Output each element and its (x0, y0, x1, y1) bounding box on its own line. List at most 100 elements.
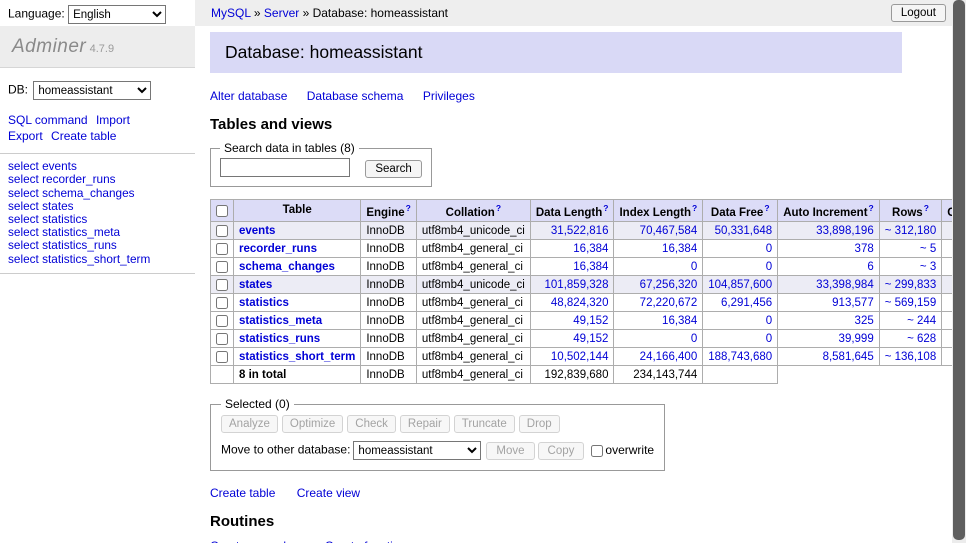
sidebar-item-select-statistics-runs[interactable]: select statistics_runs (8, 239, 187, 252)
doc-help-link[interactable]: ? (603, 203, 608, 213)
index-length-link[interactable]: 70,467,584 (640, 225, 698, 237)
db-select[interactable]: homeassistant (33, 81, 151, 100)
doc-help-link[interactable]: ? (496, 203, 501, 213)
logout-button[interactable]: Logout (891, 4, 946, 22)
sidebar-item-select-recorder-runs[interactable]: select recorder_runs (8, 173, 187, 186)
search-input[interactable] (220, 158, 350, 177)
data-length-link[interactable]: 31,522,816 (551, 225, 609, 237)
data-free-link[interactable]: 0 (766, 333, 772, 345)
auto-increment-link[interactable]: 8,581,645 (823, 351, 874, 363)
auto-increment-link[interactable]: 325 (855, 315, 874, 327)
doc-help-link[interactable]: ? (406, 203, 411, 213)
repair-button[interactable]: Repair (400, 415, 450, 433)
index-length-link[interactable]: 72,220,672 (640, 297, 698, 309)
db-action-privileges[interactable]: Privileges (423, 89, 475, 103)
rows-link[interactable]: ~ 3 (920, 261, 936, 273)
tables-header-row: TableEngine?Collation?Data Length?Index … (211, 199, 966, 222)
table-name-link[interactable]: recorder_runs (239, 243, 317, 255)
db-action-database-schema[interactable]: Database schema (307, 89, 404, 103)
sidebar-action-sql-command[interactable]: SQL command (8, 113, 88, 127)
select-all-checkbox[interactable] (216, 205, 228, 217)
table-name-link[interactable]: schema_changes (239, 261, 335, 273)
link-create-view[interactable]: Create view (297, 486, 360, 500)
data-free-link[interactable]: 50,331,648 (715, 225, 773, 237)
analyze-button[interactable]: Analyze (221, 415, 278, 433)
data-length-link[interactable]: 16,384 (573, 243, 608, 255)
doc-help-link[interactable]: ? (924, 203, 929, 213)
rows-link[interactable]: ~ 312,180 (885, 225, 936, 237)
data-length-link[interactable]: 48,824,320 (551, 297, 609, 309)
sidebar-item-select-statistics-short-term[interactable]: select statistics_short_term (8, 253, 187, 266)
index-length-link[interactable]: 67,256,320 (640, 279, 698, 291)
row-checkbox[interactable] (216, 225, 228, 237)
data-length-link[interactable]: 10,502,144 (551, 351, 609, 363)
index-length-link[interactable]: 0 (691, 261, 697, 273)
row-checkbox[interactable] (216, 261, 228, 273)
data-free-link[interactable]: 0 (766, 315, 772, 327)
rows-link[interactable]: ~ 569,159 (885, 297, 936, 309)
table-name-link[interactable]: events (239, 225, 275, 237)
table-name-link[interactable]: states (239, 279, 272, 291)
table-name-link[interactable]: statistics (239, 297, 289, 309)
sidebar-action-export[interactable]: Export (8, 129, 43, 143)
breadcrumb-link-mysql[interactable]: MySQL (211, 6, 251, 20)
auto-increment-link[interactable]: 33,398,984 (816, 279, 874, 291)
index-length-link[interactable]: 16,384 (662, 243, 697, 255)
rows-cell: ~ 312,180 (879, 222, 941, 240)
drop-button[interactable]: Drop (519, 415, 560, 433)
rows-link[interactable]: ~ 244 (907, 315, 936, 327)
truncate-button[interactable]: Truncate (454, 415, 515, 433)
auto-increment-link[interactable]: 378 (855, 243, 874, 255)
db-action-alter-database[interactable]: Alter database (210, 89, 287, 103)
link-create-function[interactable]: Create function (325, 539, 406, 543)
index-length-link[interactable]: 16,384 (662, 315, 697, 327)
sidebar-action-import[interactable]: Import (96, 113, 130, 127)
scrollbar-thumb[interactable] (953, 0, 965, 540)
row-checkbox[interactable] (216, 351, 228, 363)
data-free-link[interactable]: 0 (766, 261, 772, 273)
row-checkbox[interactable] (216, 279, 228, 291)
data-free-link[interactable]: 6,291,456 (721, 297, 772, 309)
sidebar-item-select-schema-changes[interactable]: select schema_changes (8, 187, 187, 200)
move-db-select[interactable]: homeassistant (353, 441, 481, 460)
language-select[interactable]: English (68, 5, 166, 24)
data-free-link[interactable]: 188,743,680 (708, 351, 772, 363)
doc-help-link[interactable]: ? (692, 203, 697, 213)
breadcrumb-link-server[interactable]: Server (264, 6, 299, 20)
vertical-scrollbar[interactable] (952, 0, 966, 543)
table-name-link[interactable]: statistics_runs (239, 333, 320, 345)
search-button[interactable]: Search (365, 160, 421, 178)
data-free-link[interactable]: 104,857,600 (708, 279, 772, 291)
row-checkbox[interactable] (216, 297, 228, 309)
auto-increment-link[interactable]: 39,999 (839, 333, 874, 345)
data-length-link[interactable]: 49,152 (573, 333, 608, 345)
link-create-procedure[interactable]: Create procedure (210, 539, 303, 543)
index-length-link[interactable]: 0 (691, 333, 697, 345)
table-name-link[interactable]: statistics_short_term (239, 351, 355, 363)
auto-increment-link[interactable]: 33,898,196 (816, 225, 874, 237)
rows-link[interactable]: ~ 136,108 (885, 351, 936, 363)
row-checkbox[interactable] (216, 243, 228, 255)
move-button[interactable]: Move (486, 442, 534, 460)
auto-increment-link[interactable]: 913,577 (832, 297, 874, 309)
check-button[interactable]: Check (347, 415, 396, 433)
table-name-link[interactable]: statistics_meta (239, 315, 322, 327)
row-checkbox[interactable] (216, 333, 228, 345)
optimize-button[interactable]: Optimize (282, 415, 343, 433)
rows-link[interactable]: ~ 299,833 (885, 279, 936, 291)
rows-link[interactable]: ~ 628 (907, 333, 936, 345)
auto-increment-link[interactable]: 6 (867, 261, 873, 273)
row-checkbox[interactable] (216, 315, 228, 327)
doc-help-link[interactable]: ? (764, 203, 769, 213)
data-free-link[interactable]: 0 (766, 243, 772, 255)
rows-link[interactable]: ~ 5 (920, 243, 936, 255)
data-length-link[interactable]: 49,152 (573, 315, 608, 327)
overwrite-checkbox[interactable] (591, 445, 603, 457)
data-length-link[interactable]: 16,384 (573, 261, 608, 273)
index-length-link[interactable]: 24,166,400 (640, 351, 698, 363)
sidebar-action-create-table[interactable]: Create table (51, 129, 116, 143)
link-create-table[interactable]: Create table (210, 486, 275, 500)
data-length-link[interactable]: 101,859,328 (545, 279, 609, 291)
copy-button[interactable]: Copy (538, 442, 585, 460)
doc-help-link[interactable]: ? (869, 203, 874, 213)
